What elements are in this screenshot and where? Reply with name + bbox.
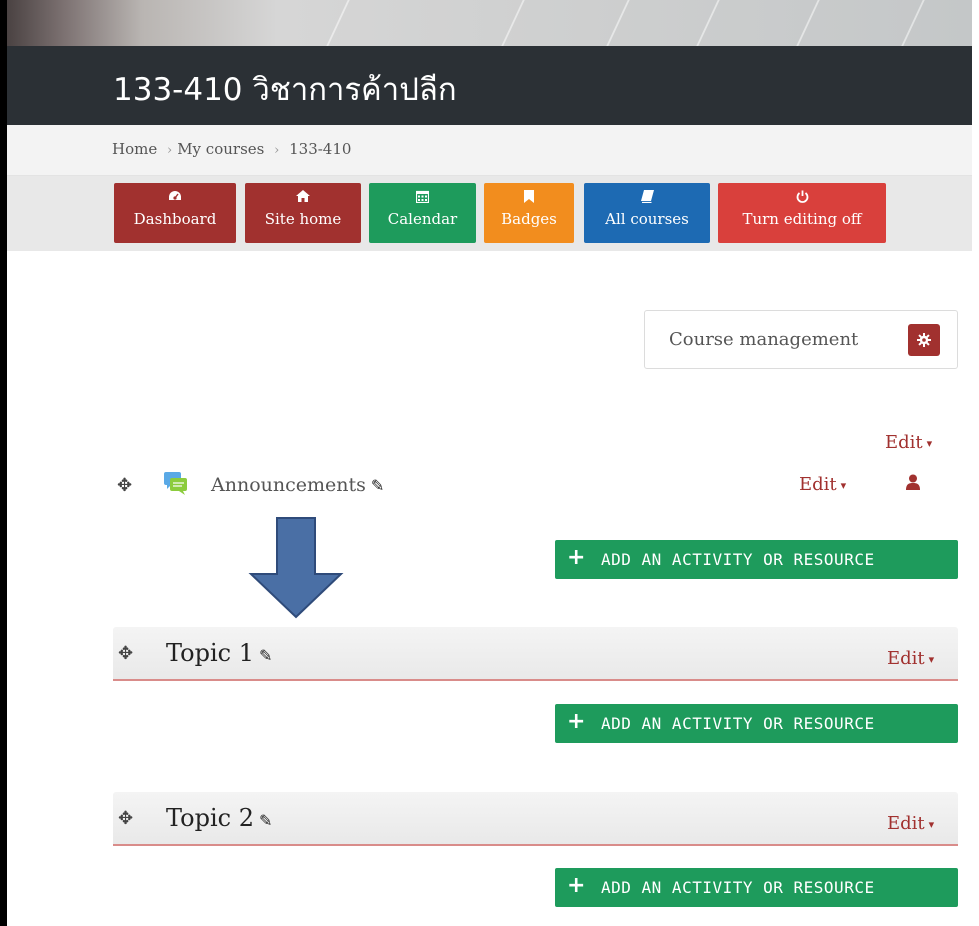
topic-2-label: Topic 2 [166, 804, 254, 832]
course-management-label: Course management [669, 329, 859, 350]
breadcrumb: Home › My courses › 133-410 [112, 140, 351, 158]
turn-editing-off-button[interactable]: Turn editing off [718, 183, 886, 243]
topic-2-title: Topic 2 ✎ [166, 804, 272, 832]
gear-icon[interactable] [908, 324, 940, 356]
add-activity-button[interactable]: + ADD AN ACTIVITY OR RESOURCE [555, 540, 958, 579]
dashboard-label: Dashboard [133, 210, 217, 228]
bookmark-icon [484, 190, 574, 208]
pencil-icon[interactable]: ✎ [259, 646, 272, 665]
breadcrumb-bar: Home › My courses › 133-410 [7, 125, 972, 176]
badges-label: Badges [501, 210, 557, 228]
dashboard-button[interactable]: Dashboard [114, 183, 236, 243]
calendar-label: Calendar [387, 210, 458, 228]
annotation-arrow [248, 517, 344, 619]
all-courses-button[interactable]: All courses [584, 183, 710, 243]
plus-icon: + [567, 873, 586, 898]
topic-1-edit-menu[interactable]: Edit ▾ [887, 648, 934, 669]
window-margin [972, 0, 979, 926]
move-icon[interactable]: ✥ [117, 475, 132, 496]
all-courses-label: All courses [605, 210, 689, 228]
power-icon [718, 190, 886, 208]
course-header-banner: 133-410 วิชาการค้าปลีก [7, 0, 972, 125]
caret-down-icon: ▾ [840, 478, 847, 492]
activity-edit-menu[interactable]: Edit ▾ [799, 474, 846, 495]
breadcrumb-course[interactable]: 133-410 [289, 140, 351, 158]
pencil-icon[interactable]: ✎ [259, 811, 272, 830]
calendar-button[interactable]: Calendar [369, 183, 476, 243]
site-home-button[interactable]: Site home [245, 183, 361, 243]
quick-nav-bar: Dashboard Site home Calendar Badges All … [7, 176, 972, 251]
caret-down-icon: ▾ [926, 436, 933, 450]
add-activity-button[interactable]: + ADD AN ACTIVITY OR RESOURCE [555, 704, 958, 743]
calendar-icon [369, 190, 476, 208]
topic-1-title: Topic 1 ✎ [166, 639, 272, 667]
home-icon [245, 190, 361, 208]
topic-1-label: Topic 1 [166, 639, 254, 667]
breadcrumb-separator: › [167, 143, 173, 158]
breadcrumb-home[interactable]: Home [112, 140, 157, 158]
caret-down-icon: ▾ [928, 817, 935, 831]
announcements-link[interactable]: Announcements ✎ [211, 474, 384, 496]
edit-label: Edit [885, 432, 923, 453]
caret-down-icon: ▾ [928, 652, 935, 666]
user-icon[interactable] [906, 474, 920, 490]
window-border [0, 0, 7, 926]
move-icon[interactable]: ✥ [118, 808, 133, 829]
site-home-label: Site home [264, 210, 342, 228]
add-activity-label: ADD AN ACTIVITY OR RESOURCE [601, 878, 875, 897]
plus-icon: + [567, 545, 586, 570]
section-edit-menu[interactable]: Edit ▾ [885, 432, 932, 453]
topic-2-edit-menu[interactable]: Edit ▾ [887, 813, 934, 834]
course-management-box[interactable]: Course management [644, 310, 958, 369]
course-title: 133-410 วิชาการค้าปลีก [113, 72, 457, 108]
move-icon[interactable]: ✥ [118, 643, 133, 664]
topic-2-header: ✥ Topic 2 ✎ Edit ▾ [113, 792, 958, 846]
edit-label: Edit [799, 474, 837, 495]
add-activity-label: ADD AN ACTIVITY OR RESOURCE [601, 550, 875, 569]
plus-icon: + [567, 709, 586, 734]
breadcrumb-my-courses[interactable]: My courses [177, 140, 264, 158]
add-activity-button[interactable]: + ADD AN ACTIVITY OR RESOURCE [555, 868, 958, 907]
breadcrumb-separator: › [274, 143, 280, 158]
topic-1-header: ✥ Topic 1 ✎ Edit ▾ [113, 627, 958, 681]
dashboard-icon [114, 190, 236, 208]
turn-editing-off-label: Turn editing off [742, 210, 862, 228]
edit-label: Edit [887, 648, 925, 669]
edit-label: Edit [887, 813, 925, 834]
add-activity-label: ADD AN ACTIVITY OR RESOURCE [601, 714, 875, 733]
forum-icon [163, 470, 189, 496]
announcements-label: Announcements [211, 474, 366, 496]
badges-button[interactable]: Badges [484, 183, 574, 243]
book-icon [584, 190, 710, 208]
pencil-icon[interactable]: ✎ [371, 476, 384, 495]
banner-image [7, 0, 972, 46]
